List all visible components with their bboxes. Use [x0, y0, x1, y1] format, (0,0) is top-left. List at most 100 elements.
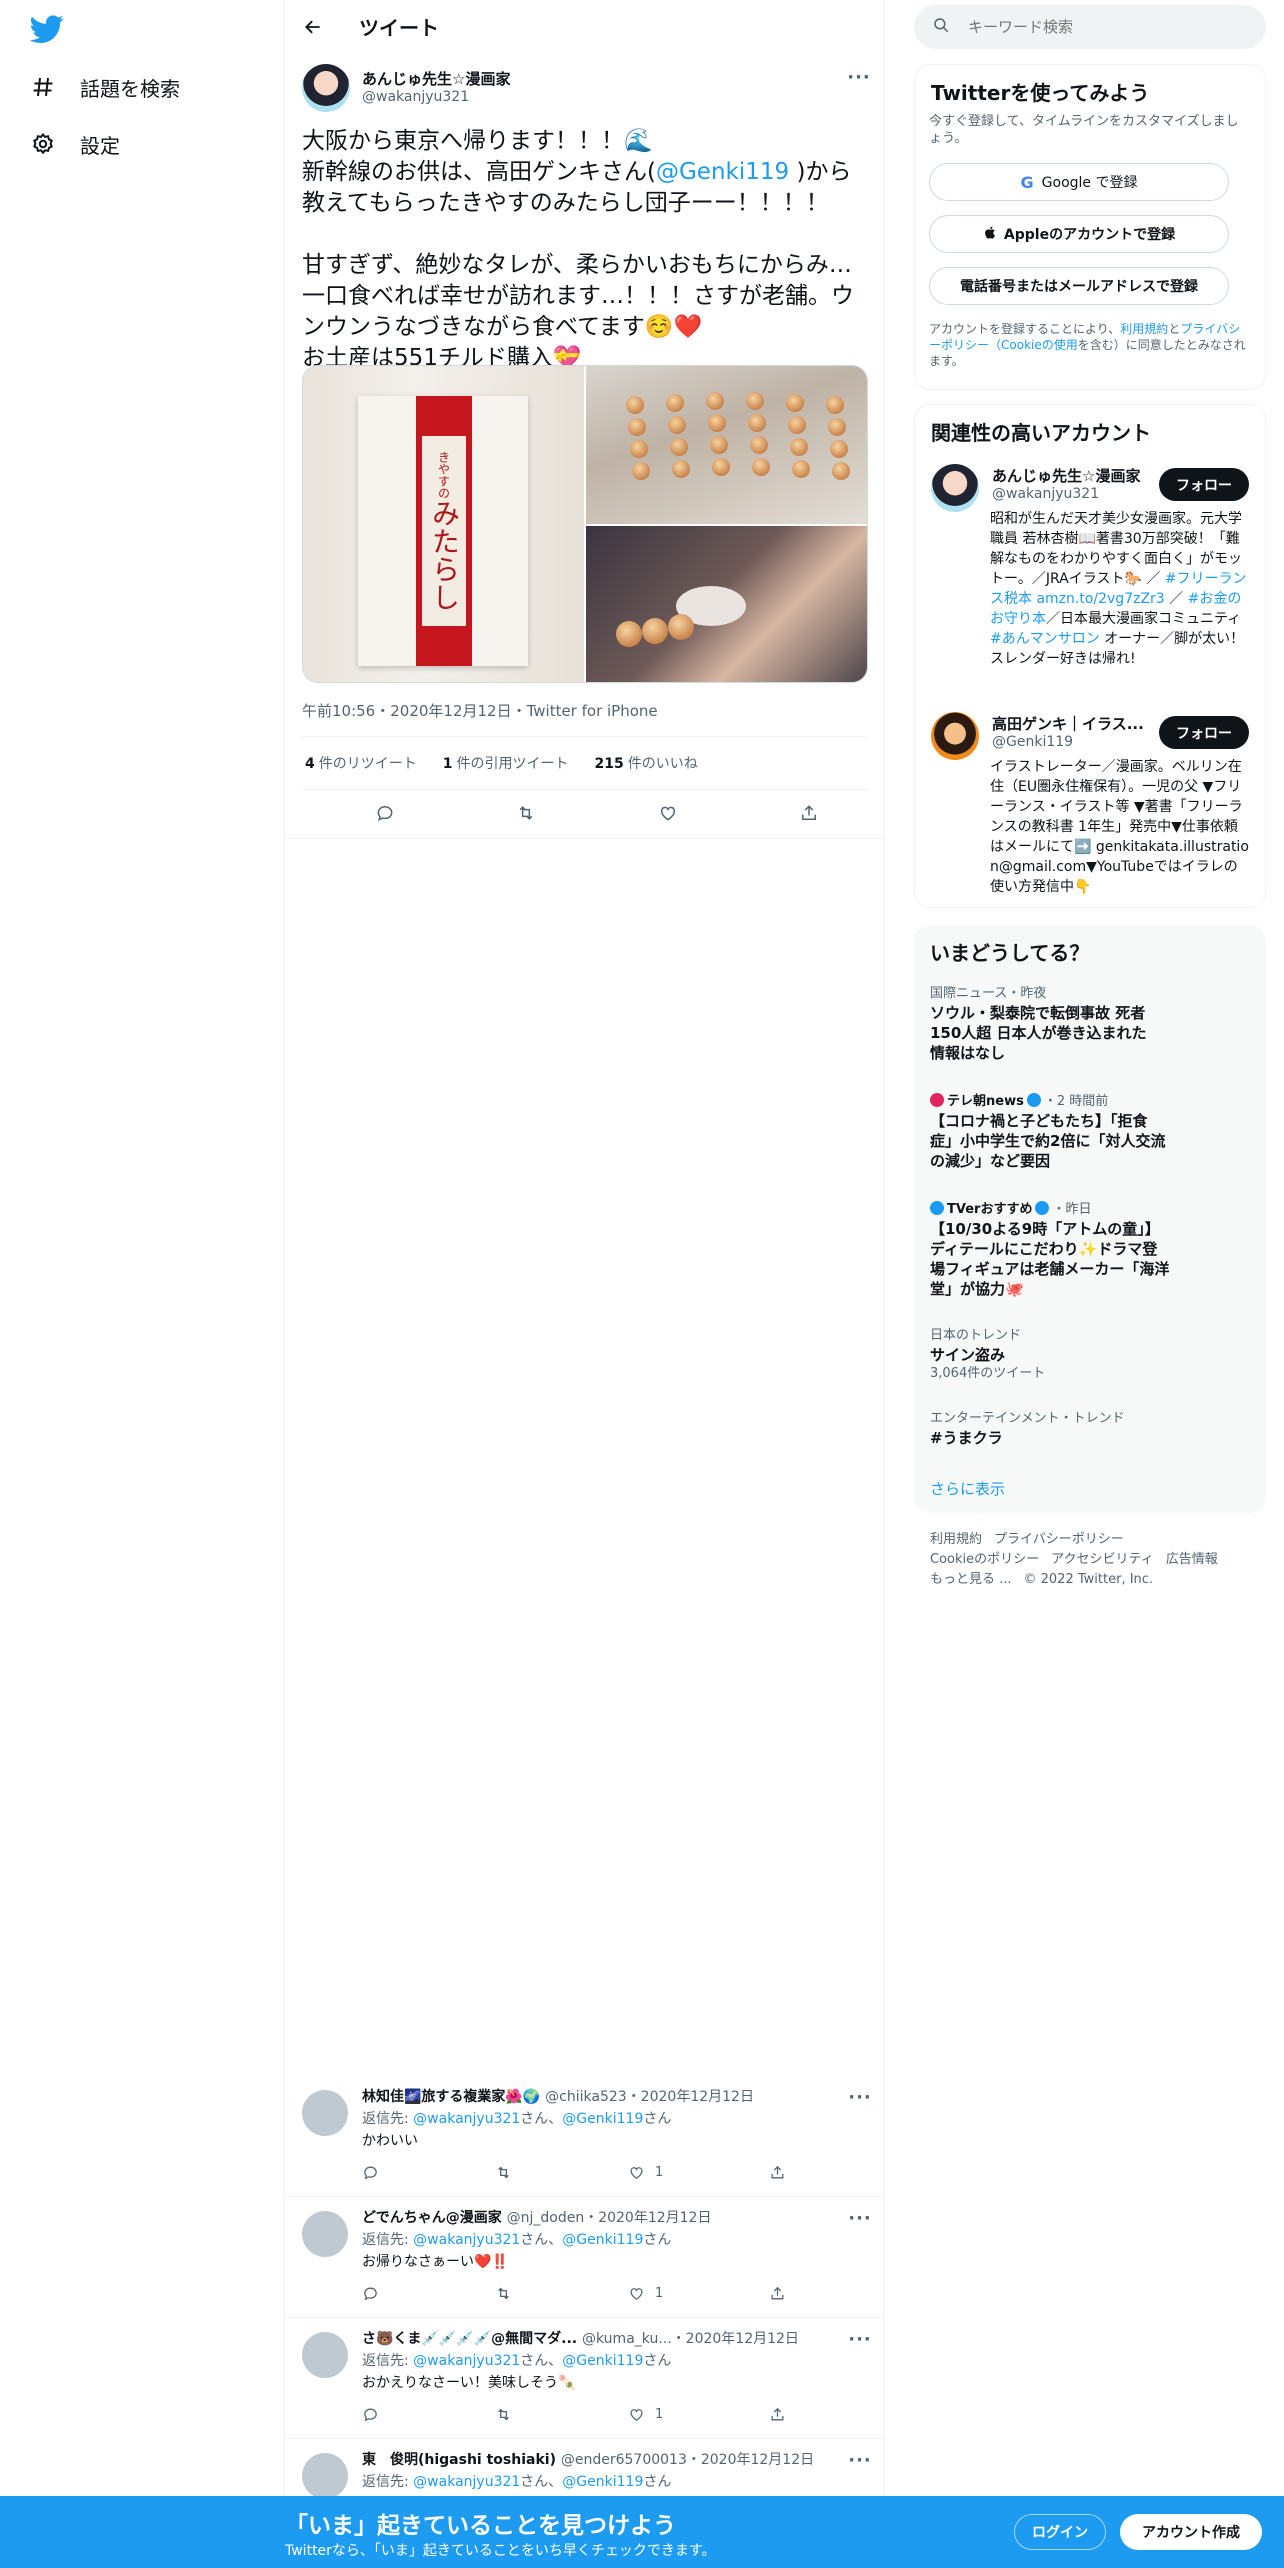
- more-options-icon[interactable]: ···: [847, 66, 870, 88]
- follow-button[interactable]: フォロー: [1159, 716, 1249, 749]
- reply-to-link[interactable]: @Genki119: [562, 2353, 643, 2369]
- twitter-logo-icon[interactable]: [29, 12, 64, 46]
- reply-to-link[interactable]: @Genki119: [562, 2474, 643, 2490]
- terms-link[interactable]: 利用規約: [1120, 322, 1168, 336]
- more-options-icon[interactable]: ···: [848, 2207, 871, 2229]
- phone-email-signup-button[interactable]: 電話番号またはメールアドレスで登録: [929, 267, 1229, 305]
- reply-avatar[interactable]: [302, 2453, 348, 2499]
- footer-link-accessibility[interactable]: アクセシビリティ: [1051, 1552, 1154, 1567]
- share-icon[interactable]: [769, 2162, 786, 2182]
- retweet-icon[interactable]: [513, 800, 539, 826]
- reply-item[interactable]: さ🐻くま💉💉💉💉@無間マダ... @kuma_ku...・2020年12月12日…: [285, 2318, 885, 2439]
- author-avatar[interactable]: [302, 64, 350, 112]
- trend-item[interactable]: テレ朝news ・2 時間前 【コロナ禍と子どもたち】「拒食症」小中学生で約2倍に…: [930, 1093, 1250, 1171]
- reply-icon[interactable]: [372, 800, 398, 826]
- apple-signup-button[interactable]: Appleのアカウントで登録: [929, 215, 1229, 253]
- footer-link-terms[interactable]: 利用規約: [930, 1532, 982, 1547]
- account-avatar[interactable]: [931, 712, 979, 760]
- like-button[interactable]: 1: [628, 2162, 663, 2182]
- reply-avatar[interactable]: [302, 2332, 348, 2378]
- reply-to-link[interactable]: @Genki119: [562, 2232, 643, 2248]
- bio-link[interactable]: #あんマンサロン: [990, 631, 1100, 647]
- retweets-stat[interactable]: 4 件のリツイート: [305, 753, 417, 773]
- reply-avatar[interactable]: [302, 2090, 348, 2136]
- tweet-timestamp[interactable]: 午前10:56・2020年12月12日・Twitter for iPhone: [302, 700, 658, 721]
- retweet-icon[interactable]: [495, 2162, 512, 2182]
- trend-item[interactable]: 国際ニュース・昨夜 ソウル・梨泰院で転倒事故 死者150人超 日本人が巻き込まれ…: [930, 985, 1250, 1063]
- share-icon[interactable]: [796, 800, 822, 826]
- likes-count: 215: [594, 756, 624, 772]
- reply-author[interactable]: 東 俊明(higashi toshiaki) @ender65700013・20…: [362, 2449, 814, 2469]
- footer-link-cookie[interactable]: Cookieのポリシー: [930, 1552, 1039, 1567]
- footer-link-privacy[interactable]: プライバシーポリシー: [994, 1532, 1124, 1547]
- reply-author[interactable]: 林知佳🌌旅する複業家🌺🌍 @chiika523・2020年12月12日: [362, 2086, 754, 2106]
- trend-item[interactable]: TVerおすすめ ・昨日 【10/30よる9時「アトムの童」】ディテールにこだわり…: [930, 1201, 1250, 1299]
- reply-author[interactable]: さ🐻くま💉💉💉💉@無間マダ... @kuma_ku...・2020年12月12日: [362, 2328, 799, 2348]
- divider: [302, 789, 868, 790]
- share-icon[interactable]: [769, 2404, 786, 2424]
- more-options-icon[interactable]: ···: [848, 2449, 871, 2471]
- like-button[interactable]: 1: [628, 2283, 663, 2303]
- likes-stat[interactable]: 215 件のいいね: [595, 753, 698, 773]
- search-bar[interactable]: [914, 5, 1266, 49]
- reply-author-name: 林知佳🌌旅する複業家🌺🌍: [362, 2089, 541, 2105]
- more-options-icon[interactable]: ···: [848, 2328, 871, 2350]
- back-arrow-icon[interactable]: [299, 13, 327, 41]
- reply-icon[interactable]: [362, 2404, 379, 2424]
- reply-to-link[interactable]: @wakanjyu321: [413, 2353, 520, 2369]
- reply-to-label: 返信先:: [362, 2474, 414, 2490]
- show-more-link[interactable]: さらに表示: [930, 1478, 1005, 1499]
- signup-card-title: Twitterを使ってみよう: [931, 81, 1150, 105]
- account-name[interactable]: 高田ゲンキ｜イラス...: [992, 713, 1144, 734]
- reply-to-sep: さん、: [520, 2232, 563, 2248]
- account-avatar[interactable]: [931, 464, 979, 512]
- reply-to: 返信先: @wakanjyu321さん、@Genki119さん: [362, 2350, 671, 2370]
- tweet-text-line: 大阪から東京へ帰ります！！！🌊: [302, 128, 653, 154]
- login-button[interactable]: ログイン: [1014, 2514, 1106, 2550]
- nav-settings[interactable]: 設定: [30, 122, 120, 166]
- signup-button[interactable]: アカウント作成: [1120, 2514, 1262, 2550]
- reply-icon[interactable]: [362, 2283, 379, 2303]
- trend-item[interactable]: 日本のトレンド サイン盗み 3,064件のツイート: [930, 1327, 1250, 1383]
- trend-item[interactable]: エンターテインメント・トレンド #うまクラ: [930, 1410, 1250, 1448]
- like-icon[interactable]: [655, 800, 681, 826]
- account-name[interactable]: あんじゅ先生☆漫画家: [992, 465, 1140, 486]
- retweet-icon[interactable]: [495, 2404, 512, 2424]
- reply-item[interactable]: 林知佳🌌旅する複業家🌺🌍 @chiika523・2020年12月12日 ··· …: [285, 2076, 885, 2197]
- media-photo-dango[interactable]: [586, 366, 867, 524]
- trend-meta: ・2 時間前: [1043, 1094, 1109, 1109]
- reply-handle: @ender65700013: [560, 2452, 687, 2468]
- nav-explore[interactable]: 話題を検索: [30, 65, 180, 109]
- reply-to-link[interactable]: @wakanjyu321: [413, 2474, 520, 2490]
- reply-author[interactable]: どでんちゃん@漫画家 @nj_doden・2020年12月12日: [362, 2207, 711, 2227]
- reply-to-link[interactable]: @wakanjyu321: [413, 2232, 520, 2248]
- footer-link-more[interactable]: もっと見る ...: [930, 1572, 1012, 1587]
- mention-link[interactable]: @Genki119: [656, 159, 789, 185]
- retweet-icon[interactable]: [495, 2283, 512, 2303]
- apple-signup-label: Appleのアカウントで登録: [1003, 227, 1176, 243]
- trend-title: ソウル・梨泰院で転倒事故 死者150人超 日本人が巻き込まれた情報はなし: [930, 1004, 1147, 1062]
- search-input[interactable]: [968, 18, 1228, 36]
- share-icon[interactable]: [769, 2283, 786, 2303]
- trend-meta: 国際ニュース・昨夜: [930, 986, 1047, 1001]
- signup-terms: アカウントを登録することにより、利用規約とプライバシーポリシー（Cookieの使…: [929, 321, 1249, 369]
- account-handle[interactable]: @Genki119: [992, 734, 1073, 750]
- more-options-icon[interactable]: ···: [848, 2086, 871, 2108]
- follow-button[interactable]: フォロー: [1159, 468, 1249, 501]
- author-handle[interactable]: @wakanjyu321: [362, 89, 469, 105]
- reply-avatar[interactable]: [302, 2211, 348, 2257]
- media-photo-box[interactable]: きやすの みたらし: [303, 366, 584, 682]
- google-signup-button[interactable]: G Google で登録: [929, 163, 1229, 201]
- reply-to-link[interactable]: @wakanjyu321: [413, 2111, 520, 2127]
- reply-item[interactable]: どでんちゃん@漫画家 @nj_doden・2020年12月12日 ··· 返信先…: [285, 2197, 885, 2318]
- footer-link-ads[interactable]: 広告情報: [1166, 1552, 1218, 1567]
- media-photo-eating[interactable]: [586, 526, 867, 682]
- like-button[interactable]: 1: [628, 2404, 663, 2424]
- reply-to-link[interactable]: @Genki119: [562, 2111, 643, 2127]
- signup-card-subtitle: 今すぐ登録して、タイムラインをカスタマイズしましょう。: [929, 114, 1239, 146]
- account-handle[interactable]: @wakanjyu321: [992, 486, 1099, 502]
- quotes-stat[interactable]: 1 件の引用ツイート: [443, 753, 569, 773]
- author-name[interactable]: あんじゅ先生☆漫画家: [362, 68, 510, 89]
- reply-icon[interactable]: [362, 2162, 379, 2182]
- tweet-header: ツイート: [285, 0, 885, 53]
